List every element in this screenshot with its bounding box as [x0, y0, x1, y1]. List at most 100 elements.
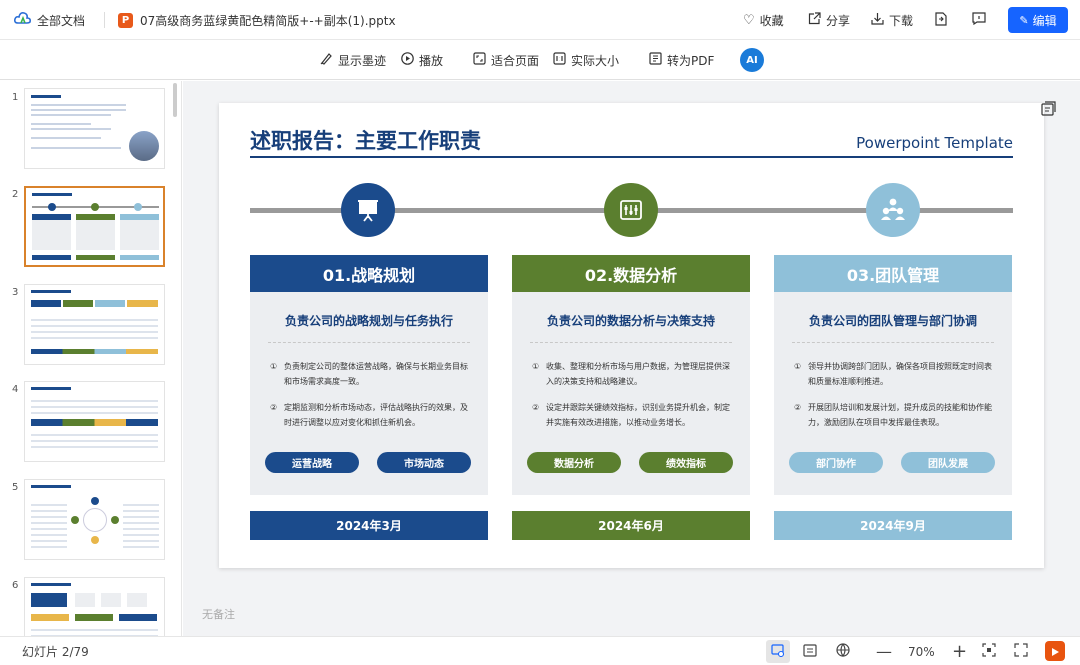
thumb-number: 2: [12, 189, 19, 200]
heart-icon: ♡: [743, 12, 755, 28]
thumb-title-bar: [31, 387, 71, 390]
download-button[interactable]: 下载: [871, 0, 913, 40]
home-label: 全部文档: [37, 13, 86, 28]
thumb-dot: [91, 203, 99, 211]
edit-label: 编辑: [1032, 13, 1057, 28]
thumb-text: [31, 396, 158, 416]
column-divider: [792, 342, 994, 343]
globe-icon: [836, 643, 850, 660]
fullscreen-button[interactable]: [1014, 637, 1028, 665]
thumb-dot: [48, 203, 56, 211]
share-icon: [808, 11, 821, 29]
item-text: 负责制定公司的整体运营战略，确保与长期业务目标和市场需求高度一致。: [284, 362, 468, 386]
slide-thumbnail-2[interactable]: [24, 186, 165, 267]
thumb-block: [101, 593, 121, 607]
equalizer-icon: [604, 183, 658, 237]
export-icon: [935, 11, 947, 29]
view-toolbar: 显示墨迹 播放 适合页面 实际大小 转为PDF: [0, 40, 1080, 80]
convert-pdf-label: 转为PDF: [667, 53, 715, 68]
convert-pdf-button[interactable]: 转为PDF: [649, 40, 714, 80]
slide-options-icon[interactable]: [1038, 99, 1058, 119]
notes-view-button[interactable]: [803, 637, 817, 665]
slide-thumbnail-6[interactable]: [24, 577, 165, 636]
normal-view-button[interactable]: [766, 640, 790, 663]
thumb-dot: [111, 516, 119, 524]
thumb-col: [120, 255, 159, 260]
column-2-subtitle: 负责公司的数据分析与决策支持: [546, 314, 715, 328]
thumb-block: [63, 300, 93, 307]
thumb-number: 4: [12, 384, 19, 395]
export-button[interactable]: [935, 0, 947, 40]
play-button[interactable]: 播放: [401, 40, 443, 80]
thumb-title-bar: [31, 485, 71, 488]
column-2-item-1: ① 收集、整理和分析市场与用户数据，为管理层提供深入的决策支持和战略建议。: [532, 359, 732, 389]
column-1-date: 2024年3月: [250, 511, 488, 540]
favorite-label: 收藏: [759, 13, 784, 28]
number-marker: ①: [270, 362, 278, 371]
slide-thumbnail-5[interactable]: [24, 479, 165, 560]
thumb-block: [31, 614, 69, 621]
thumb-title-bar: [31, 290, 71, 293]
zoom-out-button[interactable]: —: [876, 637, 892, 665]
home-link[interactable]: 全部文档: [14, 0, 85, 40]
top-bar: 全部文档 P 07高级商务蓝绿黄配色精简版+-+副本(1).pptx ♡ 收藏 …: [0, 0, 1080, 40]
number-marker: ②: [794, 403, 802, 412]
show-ink-button[interactable]: 显示墨迹: [320, 40, 386, 80]
slide-thumbnail-3[interactable]: [24, 284, 165, 365]
zoom-in-button[interactable]: +: [952, 637, 967, 665]
thumb-dot: [91, 536, 99, 544]
thumb-col: [32, 255, 71, 260]
slideshow-play-button[interactable]: [1045, 641, 1065, 661]
tag-operations-strategy: 运营战略: [265, 452, 359, 473]
thumbnail-scrollbar[interactable]: [173, 83, 177, 117]
column-1-subtitle: 负责公司的战略规划与任务执行: [284, 314, 453, 328]
fit-page-label: 适合页面: [491, 53, 540, 68]
notes-placeholder[interactable]: 无备注: [202, 606, 235, 622]
thumb-text: [31, 430, 158, 452]
actual-size-button[interactable]: 实际大小: [553, 40, 619, 80]
fit-window-button[interactable]: [982, 637, 996, 665]
file-title: P 07高级商务蓝绿黄配色精简版+-+副本(1).pptx: [118, 0, 396, 40]
thumb-block: [31, 300, 61, 307]
column-1-heading: 01.战略规划: [250, 255, 488, 292]
slide-subtitle: Powerpoint Template: [856, 134, 1013, 152]
item-text: 收集、整理和分析市场与用户数据，为管理层提供深入的决策支持和战略建议。: [546, 362, 730, 386]
title-underline: [250, 156, 1013, 158]
minus-icon: —: [876, 642, 892, 661]
divider: [104, 12, 105, 28]
share-button[interactable]: 分享: [808, 0, 850, 40]
thumb-block: [75, 593, 95, 607]
thumb-number: 1: [12, 92, 19, 103]
item-text: 设定并跟踪关键绩效指标，识别业务提升机会，制定并实施有效改进措施，以推动业务增长…: [546, 403, 730, 427]
fit-page-button[interactable]: 适合页面: [473, 40, 539, 80]
thumb-col: [120, 220, 159, 250]
edit-button[interactable]: ✎ 编辑: [1008, 7, 1068, 33]
tag-kpi: 绩效指标: [639, 452, 733, 473]
thumb-block: [127, 593, 147, 607]
thumb-number: 3: [12, 287, 19, 298]
slide-thumbnail-4[interactable]: [24, 381, 165, 462]
ai-assistant-button[interactable]: AI: [740, 48, 764, 72]
thumb-text: [31, 500, 67, 550]
status-bar: 幻灯片 2/79 — 70% +: [0, 636, 1080, 665]
thumb-block: [31, 593, 67, 607]
slide-thumbnail-1[interactable]: [24, 88, 165, 169]
tag-team-development: 团队发展: [901, 452, 995, 473]
column-1-item-1: ① 负责制定公司的整体运营战略，确保与长期业务目标和市场需求高度一致。: [270, 359, 470, 389]
show-ink-label: 显示墨迹: [338, 53, 387, 68]
column-3-date: 2024年9月: [774, 511, 1012, 540]
thumb-col: [76, 220, 115, 250]
number-marker: ②: [270, 403, 278, 412]
tag-data-analysis: 数据分析: [527, 452, 621, 473]
pptx-icon: P: [118, 12, 133, 28]
actual-size-label: 实际大小: [571, 53, 620, 68]
thumb-dot: [134, 203, 142, 211]
column-3-item-1: ① 领导并协调跨部门团队，确保各项目按照既定时间表和质量标准顺利推进。: [794, 359, 994, 389]
comment-icon: [972, 12, 986, 28]
zoom-level[interactable]: 70%: [908, 637, 935, 665]
column-divider: [530, 342, 732, 343]
web-view-button[interactable]: [836, 637, 850, 665]
file-name: 07高级商务蓝绿黄配色精简版+-+副本(1).pptx: [140, 13, 396, 28]
favorite-button[interactable]: ♡ 收藏: [743, 0, 784, 40]
comment-button[interactable]: [972, 0, 986, 40]
